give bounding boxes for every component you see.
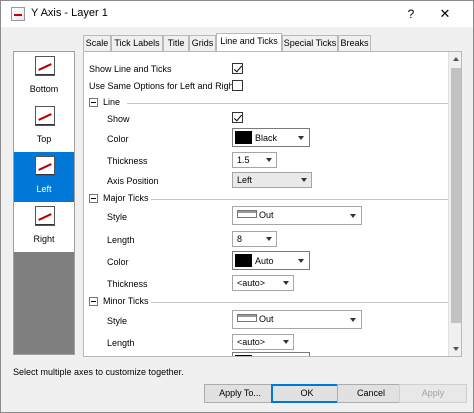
color-swatch (235, 355, 252, 356)
major-style-label: Style (107, 212, 128, 222)
tab-title[interactable]: Title (163, 35, 189, 51)
chevron-down-icon (283, 281, 289, 285)
chevron-down-icon (301, 178, 307, 182)
dialog-window: Y Axis - Layer 1 ? ✕ Bottom Top Left Rig… (0, 0, 474, 413)
major-ticks-section-title: Major Ticks (103, 193, 149, 203)
collapse-icon[interactable] (89, 297, 98, 306)
line-color-value: Black (255, 133, 278, 143)
app-icon (11, 7, 25, 21)
chevron-down-icon (266, 237, 272, 241)
color-swatch (235, 131, 252, 144)
section-divider (151, 199, 449, 200)
major-color-label: Color (107, 257, 129, 267)
axis-item-top[interactable]: Top (14, 102, 74, 152)
major-color-select[interactable]: Auto (232, 251, 310, 270)
section-divider (127, 103, 449, 104)
minor-length-label: Length (107, 338, 135, 348)
axis-left-icon (35, 156, 55, 176)
panel-scrollbar[interactable] (448, 52, 461, 356)
chevron-down-icon (298, 136, 304, 140)
major-color-value: Auto (255, 256, 274, 266)
axis-item-label: Bottom (29, 84, 59, 94)
sidebar-empty-area (14, 252, 74, 354)
tab-tick-labels[interactable]: Tick Labels (111, 35, 163, 51)
axis-item-label: Left (36, 184, 52, 194)
section-divider (151, 302, 449, 303)
axis-right-icon (35, 206, 55, 226)
axis-item-bottom[interactable]: Bottom (14, 52, 74, 102)
line-color-label: Color (107, 134, 129, 144)
dialog-title: Y Axis - Layer 1 (31, 7, 108, 19)
axis-item-right[interactable]: Right (14, 202, 74, 252)
chevron-down-icon (350, 214, 356, 218)
line-section-header[interactable]: Line (89, 97, 449, 109)
line-and-ticks-panel: Show Line and Ticks Use Same Options for… (83, 51, 462, 357)
title-bar: Y Axis - Layer 1 ? ✕ (1, 1, 473, 27)
axis-position-label: Axis Position (107, 176, 159, 186)
line-thickness-label: Thickness (107, 156, 148, 166)
axis-selector-list: Bottom Top Left Right (13, 51, 75, 355)
major-ticks-section-header[interactable]: Major Ticks (89, 193, 449, 205)
axis-item-label: Top (36, 134, 52, 144)
same-options-label: Use Same Options for Left and Right (89, 81, 237, 91)
tab-special-ticks[interactable]: Special Ticks (282, 35, 338, 51)
color-swatch (235, 254, 252, 267)
minor-style-value: Out (259, 314, 274, 324)
major-length-select[interactable]: 8 (232, 231, 277, 247)
ok-button[interactable]: OK (271, 384, 343, 403)
major-thickness-value: <auto> (237, 278, 266, 288)
major-thickness-label: Thickness (107, 279, 148, 289)
line-thickness-value: 1.5 (237, 155, 250, 165)
line-show-checkbox[interactable] (232, 112, 243, 123)
tab-grids[interactable]: Grids (189, 35, 216, 51)
line-section-title: Line (103, 97, 121, 107)
axis-bottom-icon (35, 56, 55, 76)
axis-item-left[interactable]: Left (14, 152, 74, 202)
major-length-value: 8 (237, 234, 243, 244)
scroll-down-icon[interactable] (449, 342, 461, 356)
major-style-select[interactable]: Out (232, 206, 362, 225)
axis-position-select[interactable]: Left (232, 172, 312, 188)
show-line-ticks-checkbox[interactable] (232, 63, 243, 74)
axis-top-icon (35, 106, 55, 126)
apply-button[interactable]: Apply (399, 384, 467, 403)
tab-line-and-ticks[interactable]: Line and Ticks (216, 33, 282, 51)
chevron-down-icon (283, 340, 289, 344)
show-line-ticks-label: Show Line and Ticks (89, 64, 172, 74)
chevron-down-icon (350, 318, 356, 322)
minor-length-select[interactable]: <auto> (232, 334, 294, 350)
chevron-down-icon (266, 158, 272, 162)
collapse-icon[interactable] (89, 194, 98, 203)
close-button[interactable]: ✕ (435, 5, 455, 23)
minor-style-select[interactable]: Out (232, 310, 362, 329)
scroll-up-icon[interactable] (449, 52, 461, 66)
line-thickness-select[interactable]: 1.5 (232, 152, 277, 168)
collapse-icon[interactable] (89, 98, 98, 107)
footer-hint: Select multiple axes to customize togeth… (13, 367, 184, 377)
major-length-label: Length (107, 235, 135, 245)
minor-length-value: <auto> (237, 337, 266, 347)
cancel-button[interactable]: Cancel (337, 384, 405, 403)
minor-style-label: Style (107, 316, 128, 326)
minor-color-select-partial[interactable] (232, 352, 310, 356)
major-style-value: Out (259, 210, 274, 220)
chevron-down-icon (298, 259, 304, 263)
minor-ticks-section-title: Minor Ticks (103, 296, 149, 306)
tab-breaks[interactable]: Breaks (338, 35, 371, 51)
major-thickness-select[interactable]: <auto> (232, 275, 294, 291)
axis-position-value: Left (237, 175, 253, 185)
apply-to-button[interactable]: Apply To... (204, 384, 276, 403)
tick-style-icon (237, 210, 257, 218)
scroll-thumb[interactable] (451, 68, 461, 323)
axis-item-label: Right (33, 234, 55, 244)
minor-ticks-section-header[interactable]: Minor Ticks (89, 296, 449, 308)
line-color-select[interactable]: Black (232, 128, 310, 147)
same-options-checkbox[interactable] (232, 80, 243, 91)
tab-scale[interactable]: Scale (83, 35, 111, 51)
help-button[interactable]: ? (401, 5, 421, 23)
tick-style-icon (237, 314, 257, 322)
line-show-label: Show (107, 114, 130, 124)
